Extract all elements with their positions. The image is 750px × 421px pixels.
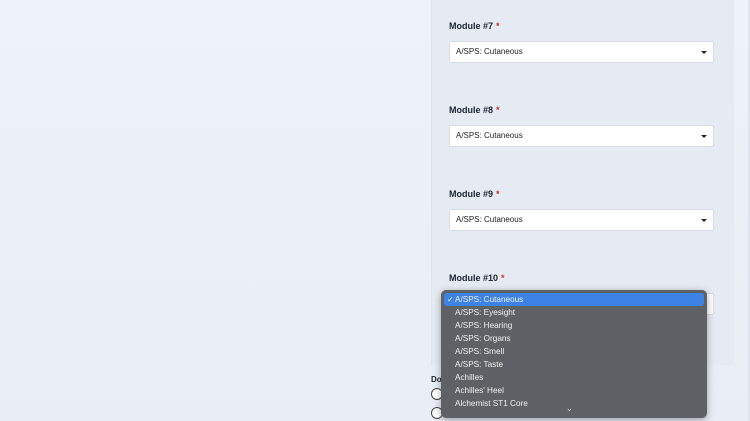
dropdown-option-label: A/SPS: Cutaneous xyxy=(455,295,524,304)
module-8-label: Module #8 * xyxy=(449,105,500,115)
dropdown-option-label: A/SPS: Organs xyxy=(455,334,511,343)
module-7-label: Module #7 * xyxy=(449,21,500,31)
dropdown-option[interactable]: A/SPS: Taste xyxy=(444,358,704,371)
dropdown-option[interactable]: Achilles xyxy=(444,371,704,384)
required-mark: * xyxy=(501,273,505,283)
dropdown-option-selected[interactable]: ✓ A/SPS: Cutaneous xyxy=(444,293,704,306)
chevron-down-icon xyxy=(701,219,707,222)
dropdown-option-label: Achilles xyxy=(455,373,484,382)
required-mark: * xyxy=(496,105,500,115)
module-8-label-text: Module #8 xyxy=(449,105,494,115)
module-9-label: Module #9 * xyxy=(449,189,500,199)
module-10-label-text: Module #10 xyxy=(449,273,499,283)
dropdown-option-label: A/SPS: Eyesight xyxy=(455,308,516,317)
dropdown-option[interactable]: Alchemist ST1 Core xyxy=(444,397,704,410)
scroll-down-icon[interactable]: ⌄ xyxy=(566,404,573,413)
required-mark: * xyxy=(496,21,500,31)
dropdown-option[interactable]: A/SPS: Hearing xyxy=(444,319,704,332)
module-8-value: A/SPS: Cutaneous xyxy=(456,131,523,140)
module-7-label-text: Module #7 xyxy=(449,21,494,31)
module-10-dropdown-menu[interactable]: ✓ A/SPS: Cutaneous A/SPS: Eyesight A/SPS… xyxy=(441,290,707,418)
module-9-value: A/SPS: Cutaneous xyxy=(456,215,523,224)
dropdown-option-label: A/SPS: Smell xyxy=(455,347,505,356)
dropdown-option[interactable]: A/SPS: Eyesight xyxy=(444,306,704,319)
dropdown-option-label: A/SPS: Taste xyxy=(455,360,504,369)
module-9-label-text: Module #9 xyxy=(449,189,494,199)
chevron-down-icon xyxy=(701,51,707,54)
module-10-label: Module #10 * xyxy=(449,273,505,283)
dropdown-option-label: A/SPS: Hearing xyxy=(455,321,513,330)
dropdown-option[interactable]: Achilles' Heel xyxy=(444,384,704,397)
dropdown-option[interactable]: A/SPS: Organs xyxy=(444,332,704,345)
dropdown-option[interactable]: A/SPS: Smell xyxy=(444,345,704,358)
module-8-select[interactable]: A/SPS: Cutaneous xyxy=(449,125,714,147)
module-7-select[interactable]: A/SPS: Cutaneous xyxy=(449,41,714,63)
dropdown-option-label: Alchemist ST1 Core xyxy=(455,399,528,408)
chevron-down-icon xyxy=(701,135,707,138)
left-empty-area xyxy=(0,0,430,421)
required-mark: * xyxy=(496,189,500,199)
module-7-value: A/SPS: Cutaneous xyxy=(456,47,523,56)
checkmark-icon: ✓ xyxy=(447,295,454,304)
dropdown-option-label: Achilles' Heel xyxy=(455,386,504,395)
module-9-select[interactable]: A/SPS: Cutaneous xyxy=(449,209,714,231)
